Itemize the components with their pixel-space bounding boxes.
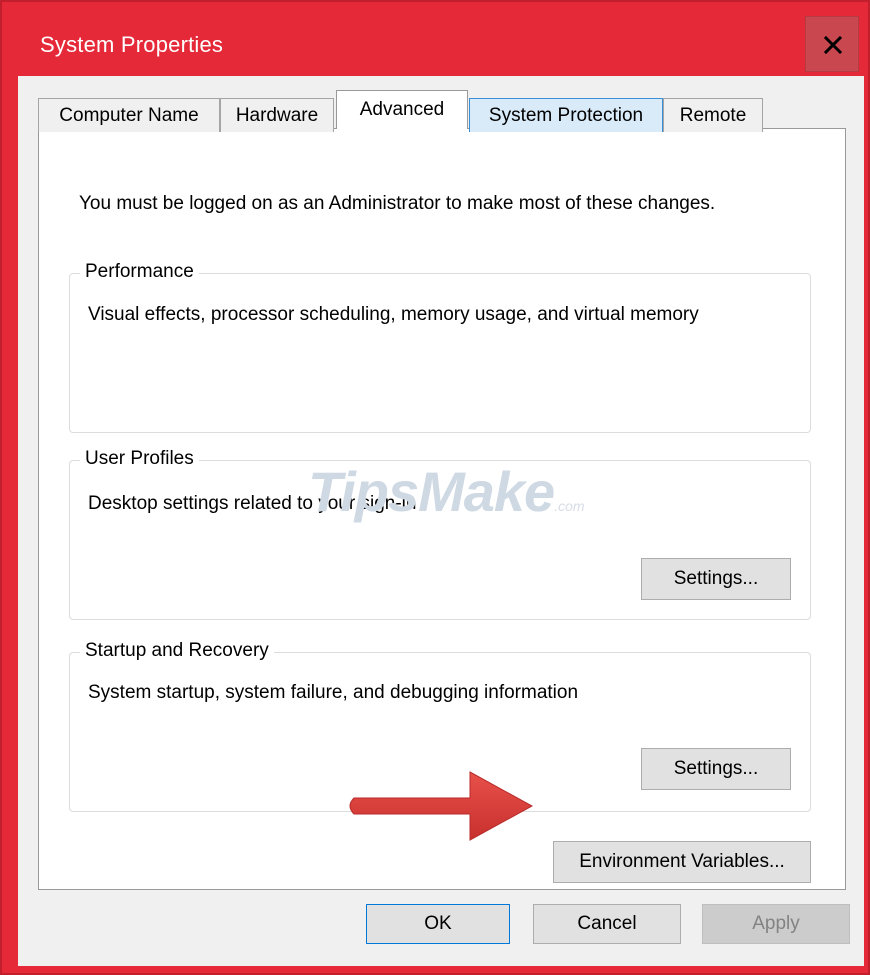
watermark-tld: .com — [554, 498, 585, 514]
user-profiles-legend: User Profiles — [80, 448, 199, 470]
startup-recovery-legend: Startup and Recovery — [80, 640, 274, 662]
ok-button[interactable]: OK — [366, 904, 510, 944]
tab-computer-name[interactable]: Computer Name — [38, 98, 220, 132]
tab-advanced[interactable]: Advanced — [336, 90, 468, 129]
performance-legend: Performance — [80, 261, 199, 283]
startup-recovery-settings-button[interactable]: Settings... — [641, 748, 791, 790]
cancel-button[interactable]: Cancel — [533, 904, 681, 944]
performance-description: Visual effects, processor scheduling, me… — [88, 304, 699, 325]
window-title: System Properties — [40, 32, 224, 57]
tab-remote[interactable]: Remote — [663, 98, 763, 132]
red-arrow-right-icon — [349, 771, 534, 841]
tab-hardware[interactable]: Hardware — [220, 98, 334, 132]
tipsmake-watermark: TipsMake.com — [308, 462, 585, 536]
close-button[interactable] — [805, 16, 859, 72]
environment-variables-button[interactable]: Environment Variables... — [553, 841, 811, 883]
startup-recovery-description: System startup, system failure, and debu… — [88, 682, 579, 703]
close-icon — [824, 36, 842, 54]
tab-system-protection[interactable]: System Protection — [469, 98, 663, 132]
watermark-brand: TipsMake — [308, 460, 555, 523]
apply-button[interactable]: Apply — [702, 904, 850, 944]
performance-group: Performance Visual effects, processor sc… — [69, 261, 811, 433]
user-profiles-settings-button[interactable]: Settings... — [641, 558, 791, 600]
admin-notice-text: You must be logged on as an Administrato… — [79, 193, 716, 214]
